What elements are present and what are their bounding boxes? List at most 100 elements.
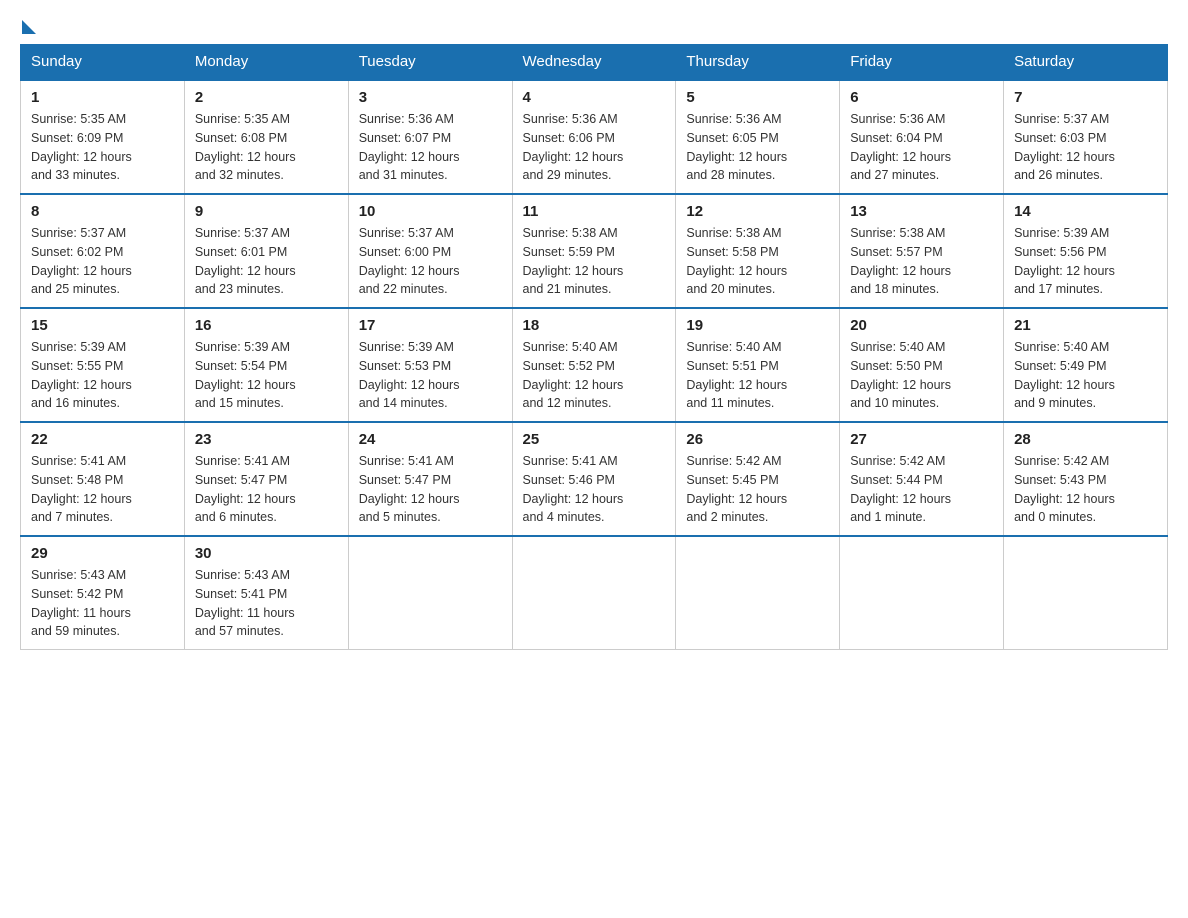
day-info: Sunrise: 5:35 AMSunset: 6:09 PMDaylight:… bbox=[31, 110, 174, 185]
day-number: 25 bbox=[523, 431, 666, 448]
day-info: Sunrise: 5:37 AMSunset: 6:00 PMDaylight:… bbox=[359, 224, 502, 299]
calendar-week-row: 8 Sunrise: 5:37 AMSunset: 6:02 PMDaylight… bbox=[21, 194, 1168, 308]
day-number: 28 bbox=[1014, 431, 1157, 448]
calendar-cell bbox=[676, 536, 840, 650]
calendar-cell: 29 Sunrise: 5:43 AMSunset: 5:42 PMDayligh… bbox=[21, 536, 185, 650]
day-number: 17 bbox=[359, 317, 502, 334]
page-header bbox=[20, 20, 1168, 34]
day-info: Sunrise: 5:37 AMSunset: 6:03 PMDaylight:… bbox=[1014, 110, 1157, 185]
calendar-cell bbox=[512, 536, 676, 650]
calendar-cell: 11 Sunrise: 5:38 AMSunset: 5:59 PMDayligh… bbox=[512, 194, 676, 308]
day-info: Sunrise: 5:36 AMSunset: 6:06 PMDaylight:… bbox=[523, 110, 666, 185]
day-number: 29 bbox=[31, 545, 174, 562]
day-info: Sunrise: 5:37 AMSunset: 6:01 PMDaylight:… bbox=[195, 224, 338, 299]
weekday-header-thursday: Thursday bbox=[676, 45, 840, 80]
logo bbox=[20, 20, 38, 34]
day-number: 24 bbox=[359, 431, 502, 448]
calendar-week-row: 1 Sunrise: 5:35 AMSunset: 6:09 PMDaylight… bbox=[21, 80, 1168, 195]
day-info: Sunrise: 5:40 AMSunset: 5:49 PMDaylight:… bbox=[1014, 338, 1157, 413]
calendar-cell bbox=[840, 536, 1004, 650]
day-number: 21 bbox=[1014, 317, 1157, 334]
calendar-cell: 14 Sunrise: 5:39 AMSunset: 5:56 PMDayligh… bbox=[1004, 194, 1168, 308]
calendar-cell: 30 Sunrise: 5:43 AMSunset: 5:41 PMDayligh… bbox=[184, 536, 348, 650]
calendar-table: SundayMondayTuesdayWednesdayThursdayFrid… bbox=[20, 44, 1168, 650]
day-number: 15 bbox=[31, 317, 174, 334]
day-info: Sunrise: 5:38 AMSunset: 5:58 PMDaylight:… bbox=[686, 224, 829, 299]
calendar-cell bbox=[348, 536, 512, 650]
day-number: 16 bbox=[195, 317, 338, 334]
calendar-cell: 6 Sunrise: 5:36 AMSunset: 6:04 PMDaylight… bbox=[840, 80, 1004, 195]
calendar-cell: 12 Sunrise: 5:38 AMSunset: 5:58 PMDayligh… bbox=[676, 194, 840, 308]
day-info: Sunrise: 5:40 AMSunset: 5:52 PMDaylight:… bbox=[523, 338, 666, 413]
day-number: 5 bbox=[686, 89, 829, 106]
day-number: 26 bbox=[686, 431, 829, 448]
calendar-cell: 27Sunrise: 5:42 AMSunset: 5:44 PMDayligh… bbox=[840, 422, 1004, 536]
day-info: Sunrise: 5:39 AMSunset: 5:54 PMDaylight:… bbox=[195, 338, 338, 413]
day-number: 4 bbox=[523, 89, 666, 106]
day-number: 6 bbox=[850, 89, 993, 106]
day-number: 12 bbox=[686, 203, 829, 220]
calendar-cell: 13 Sunrise: 5:38 AMSunset: 5:57 PMDayligh… bbox=[840, 194, 1004, 308]
day-info: Sunrise: 5:41 AMSunset: 5:46 PMDaylight:… bbox=[523, 452, 666, 527]
day-info: Sunrise: 5:43 AMSunset: 5:42 PMDaylight:… bbox=[31, 566, 174, 641]
day-info: Sunrise: 5:42 AMSunset: 5:44 PMDaylight:… bbox=[850, 452, 993, 527]
calendar-cell: 21 Sunrise: 5:40 AMSunset: 5:49 PMDayligh… bbox=[1004, 308, 1168, 422]
day-number: 13 bbox=[850, 203, 993, 220]
day-info: Sunrise: 5:41 AMSunset: 5:47 PMDaylight:… bbox=[359, 452, 502, 527]
day-number: 18 bbox=[523, 317, 666, 334]
day-info: Sunrise: 5:39 AMSunset: 5:56 PMDaylight:… bbox=[1014, 224, 1157, 299]
day-info: Sunrise: 5:42 AMSunset: 5:43 PMDaylight:… bbox=[1014, 452, 1157, 527]
day-number: 7 bbox=[1014, 89, 1157, 106]
calendar-header-row: SundayMondayTuesdayWednesdayThursdayFrid… bbox=[21, 45, 1168, 80]
day-info: Sunrise: 5:41 AMSunset: 5:48 PMDaylight:… bbox=[31, 452, 174, 527]
calendar-cell: 26 Sunrise: 5:42 AMSunset: 5:45 PMDayligh… bbox=[676, 422, 840, 536]
weekday-header-wednesday: Wednesday bbox=[512, 45, 676, 80]
calendar-cell: 16 Sunrise: 5:39 AMSunset: 5:54 PMDayligh… bbox=[184, 308, 348, 422]
day-number: 3 bbox=[359, 89, 502, 106]
calendar-cell: 8 Sunrise: 5:37 AMSunset: 6:02 PMDaylight… bbox=[21, 194, 185, 308]
day-number: 30 bbox=[195, 545, 338, 562]
calendar-cell: 2Sunrise: 5:35 AMSunset: 6:08 PMDaylight… bbox=[184, 80, 348, 195]
day-number: 11 bbox=[523, 203, 666, 220]
calendar-cell: 24 Sunrise: 5:41 AMSunset: 5:47 PMDayligh… bbox=[348, 422, 512, 536]
day-number: 8 bbox=[31, 203, 174, 220]
calendar-cell: 3 Sunrise: 5:36 AMSunset: 6:07 PMDaylight… bbox=[348, 80, 512, 195]
calendar-cell: 5Sunrise: 5:36 AMSunset: 6:05 PMDaylight… bbox=[676, 80, 840, 195]
calendar-cell: 17 Sunrise: 5:39 AMSunset: 5:53 PMDayligh… bbox=[348, 308, 512, 422]
calendar-cell: 19Sunrise: 5:40 AMSunset: 5:51 PMDayligh… bbox=[676, 308, 840, 422]
calendar-cell: 9 Sunrise: 5:37 AMSunset: 6:01 PMDaylight… bbox=[184, 194, 348, 308]
weekday-header-sunday: Sunday bbox=[21, 45, 185, 80]
calendar-cell: 10Sunrise: 5:37 AMSunset: 6:00 PMDayligh… bbox=[348, 194, 512, 308]
calendar-cell: 1 Sunrise: 5:35 AMSunset: 6:09 PMDaylight… bbox=[21, 80, 185, 195]
day-number: 20 bbox=[850, 317, 993, 334]
calendar-cell: 15 Sunrise: 5:39 AMSunset: 5:55 PMDayligh… bbox=[21, 308, 185, 422]
day-info: Sunrise: 5:37 AMSunset: 6:02 PMDaylight:… bbox=[31, 224, 174, 299]
calendar-week-row: 29 Sunrise: 5:43 AMSunset: 5:42 PMDayligh… bbox=[21, 536, 1168, 650]
day-info: Sunrise: 5:39 AMSunset: 5:53 PMDaylight:… bbox=[359, 338, 502, 413]
day-info: Sunrise: 5:42 AMSunset: 5:45 PMDaylight:… bbox=[686, 452, 829, 527]
day-info: Sunrise: 5:39 AMSunset: 5:55 PMDaylight:… bbox=[31, 338, 174, 413]
day-info: Sunrise: 5:36 AMSunset: 6:07 PMDaylight:… bbox=[359, 110, 502, 185]
calendar-cell: 4 Sunrise: 5:36 AMSunset: 6:06 PMDaylight… bbox=[512, 80, 676, 195]
day-info: Sunrise: 5:35 AMSunset: 6:08 PMDaylight:… bbox=[195, 110, 338, 185]
day-info: Sunrise: 5:38 AMSunset: 5:59 PMDaylight:… bbox=[523, 224, 666, 299]
weekday-header-saturday: Saturday bbox=[1004, 45, 1168, 80]
calendar-cell: 25 Sunrise: 5:41 AMSunset: 5:46 PMDayligh… bbox=[512, 422, 676, 536]
calendar-cell bbox=[1004, 536, 1168, 650]
day-info: Sunrise: 5:41 AMSunset: 5:47 PMDaylight:… bbox=[195, 452, 338, 527]
weekday-header-tuesday: Tuesday bbox=[348, 45, 512, 80]
calendar-week-row: 15 Sunrise: 5:39 AMSunset: 5:55 PMDayligh… bbox=[21, 308, 1168, 422]
day-info: Sunrise: 5:40 AMSunset: 5:50 PMDaylight:… bbox=[850, 338, 993, 413]
day-number: 14 bbox=[1014, 203, 1157, 220]
weekday-header-monday: Monday bbox=[184, 45, 348, 80]
day-info: Sunrise: 5:43 AMSunset: 5:41 PMDaylight:… bbox=[195, 566, 338, 641]
day-number: 1 bbox=[31, 89, 174, 106]
day-number: 9 bbox=[195, 203, 338, 220]
day-info: Sunrise: 5:38 AMSunset: 5:57 PMDaylight:… bbox=[850, 224, 993, 299]
day-number: 23 bbox=[195, 431, 338, 448]
calendar-cell: 20 Sunrise: 5:40 AMSunset: 5:50 PMDayligh… bbox=[840, 308, 1004, 422]
calendar-cell: 28 Sunrise: 5:42 AMSunset: 5:43 PMDayligh… bbox=[1004, 422, 1168, 536]
calendar-cell: 18 Sunrise: 5:40 AMSunset: 5:52 PMDayligh… bbox=[512, 308, 676, 422]
day-info: Sunrise: 5:36 AMSunset: 6:04 PMDaylight:… bbox=[850, 110, 993, 185]
calendar-cell: 23 Sunrise: 5:41 AMSunset: 5:47 PMDayligh… bbox=[184, 422, 348, 536]
